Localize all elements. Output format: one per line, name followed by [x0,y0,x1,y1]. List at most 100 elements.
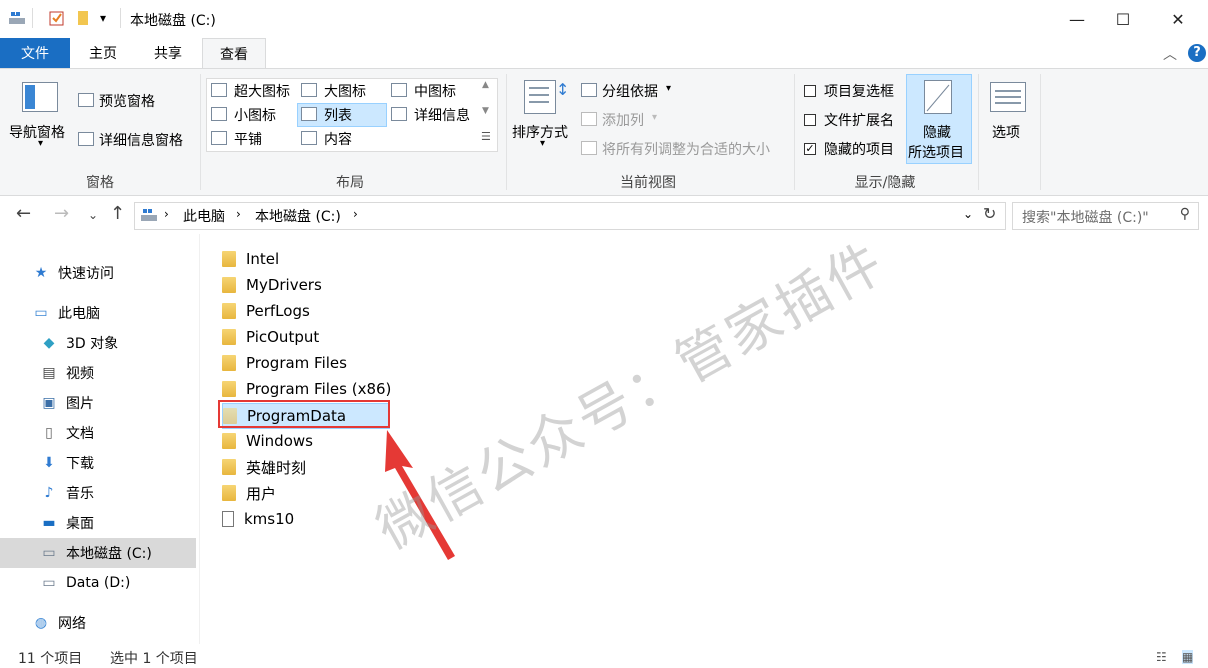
sidebar-item-label: 文档 [66,426,94,442]
folder-icon [222,303,236,319]
close-button[interactable]: ✕ [1155,0,1201,38]
search-icon[interactable]: ⚲ [1180,206,1190,222]
sidebar-item-videos[interactable]: ▤ 视频 [40,358,196,388]
group-label-layout: 布局 [336,175,364,191]
layout-list[interactable]: 列表 [324,105,352,125]
sidebar-item-downloads[interactable]: ⬇ 下载 [40,448,196,478]
list-item[interactable]: 用户 [222,480,276,506]
list-item[interactable]: PerfLogs [222,298,310,324]
file-name: Windows [246,432,313,450]
navigation-pane-button[interactable]: 导航窗格 [9,122,65,142]
breadcrumb-chevron-icon[interactable]: › [164,207,169,221]
large-icons-view-icon[interactable]: ▦ [1182,650,1194,664]
status-selected-count: 选中 1 个项目 [110,651,198,667]
minimize-button[interactable]: — [1054,0,1100,38]
layout-content[interactable]: 内容 [324,129,352,149]
sort-icon[interactable] [524,80,556,114]
sidebar-item-music[interactable]: ♪ 音乐 [40,478,196,508]
fit-columns-button[interactable]: 将所有列调整为合适的大小 [602,139,770,159]
sidebar-item-label: 网络 [58,616,86,632]
file-extensions-checkbox[interactable] [804,114,816,126]
options-button[interactable]: 选项 [992,122,1020,142]
drive-icon [140,207,158,227]
item-checkboxes-label[interactable]: 项目复选框 [824,81,894,101]
hidden-items-label[interactable]: 隐藏的项目 [824,139,894,159]
chevron-down-icon[interactable]: ▾ [666,83,671,94]
list-item[interactable]: Program Files (x86) [222,376,391,402]
preview-pane-button[interactable]: 预览窗格 [99,91,155,111]
chevron-down-icon[interactable]: ▾ [652,112,657,123]
breadcrumb-this-pc[interactable]: 此电脑 [183,206,225,226]
item-checkboxes-checkbox[interactable] [804,85,816,97]
navigation-pane-icon[interactable] [22,82,58,112]
group-by-button[interactable]: 分组依据 [602,81,658,101]
list-item[interactable]: PicOutput [222,324,319,350]
gallery-up-icon[interactable]: ▲ [482,80,489,90]
sidebar-item-3d-objects[interactable]: ◆ 3D 对象 [40,328,196,358]
maximize-button[interactable]: ☐ [1100,0,1146,38]
breadcrumb-chevron-icon[interactable]: › [236,207,241,221]
file-extensions-label[interactable]: 文件扩展名 [824,110,894,130]
sidebar-item-documents[interactable]: ▯ 文档 [40,418,196,448]
tab-file[interactable]: 文件 [0,38,70,68]
back-arrow-icon[interactable]: ← [16,203,31,224]
list-item[interactable]: MyDrivers [222,272,322,298]
address-dropdown-icon[interactable]: ⌄ [963,207,973,221]
sidebar-item-this-pc[interactable]: ▭ 此电脑 [32,298,196,328]
tab-home[interactable]: 主页 [74,38,132,68]
search-input[interactable]: 搜索"本地磁盘 (C:)" ⚲ [1012,202,1199,230]
drive-icon: ▭ [42,545,56,561]
chevron-down-icon[interactable]: ▾ [540,138,545,149]
up-arrow-icon[interactable]: ↑ [110,203,125,224]
breadcrumb-chevron-icon[interactable]: › [353,207,358,221]
gallery-expand-icon[interactable]: ☰ [481,130,491,143]
list-item[interactable]: Program Files [222,350,347,376]
divider [794,74,795,190]
highlight-box [218,400,390,428]
add-column-button[interactable]: 添加列 [602,110,644,130]
options-icon[interactable] [990,82,1026,112]
details-pane-button[interactable]: 详细信息窗格 [99,130,183,150]
collapse-ribbon-icon[interactable]: ︿ [1163,44,1177,64]
divider [199,234,200,644]
customize-toolbar-icon[interactable]: ▾ [100,11,106,25]
recent-locations-icon[interactable]: ⌄ [88,208,98,222]
forward-arrow-icon[interactable]: → [54,203,69,224]
layout-small-icons[interactable]: 小图标 [234,105,276,125]
gallery-down-icon[interactable]: ▼ [482,106,489,116]
tab-view[interactable]: 查看 [202,38,266,69]
sidebar-item-data-d[interactable]: ▭ Data (D:) [40,568,196,598]
layout-extra-large-icons[interactable]: 超大图标 [234,81,290,101]
breadcrumb-local-disk[interactable]: 本地磁盘 (C:) [255,206,341,226]
group-by-icon [581,83,597,97]
help-icon[interactable]: ? [1188,44,1206,62]
folder-icon [222,329,236,345]
sidebar-item-network[interactable]: ◍ 网络 [32,608,196,638]
sidebar-item-label: 视频 [66,366,94,382]
chevron-down-icon[interactable]: ▾ [38,138,43,149]
list-item[interactable]: Intel [222,246,279,272]
list-item[interactable]: kms10 [222,506,294,532]
list-item[interactable]: 英雄时刻 [222,454,306,480]
layout-tiles[interactable]: 平铺 [234,129,262,149]
list-icon [301,107,317,121]
new-folder-icon[interactable] [75,9,93,27]
details-view-icon[interactable]: ☷ [1156,650,1167,664]
drive-app-icon[interactable] [8,9,26,27]
layout-details[interactable]: 详细信息 [414,105,470,125]
group-label-current-view: 当前视图 [620,175,676,191]
music-icon: ♪ [44,485,54,501]
sidebar-item-desktop[interactable]: ▬ 桌面 [40,508,196,538]
sidebar-item-local-disk-c[interactable]: ▭ 本地磁盘 (C:) [0,538,196,568]
sidebar-item-pictures[interactable]: ▣ 图片 [40,388,196,418]
layout-large-icons[interactable]: 大图标 [324,81,366,101]
hidden-items-checkbox[interactable]: ✓ [804,143,816,155]
file-name: Program Files (x86) [246,380,392,398]
list-item[interactable]: Windows [222,428,313,454]
refresh-icon[interactable]: ↻ [983,204,996,223]
tab-share[interactable]: 共享 [138,38,198,68]
sidebar-item-quick-access[interactable]: ★ 快速访问 [32,258,196,288]
content-icon [301,131,317,145]
properties-icon[interactable] [48,9,66,27]
layout-medium-icons[interactable]: 中图标 [414,81,456,101]
